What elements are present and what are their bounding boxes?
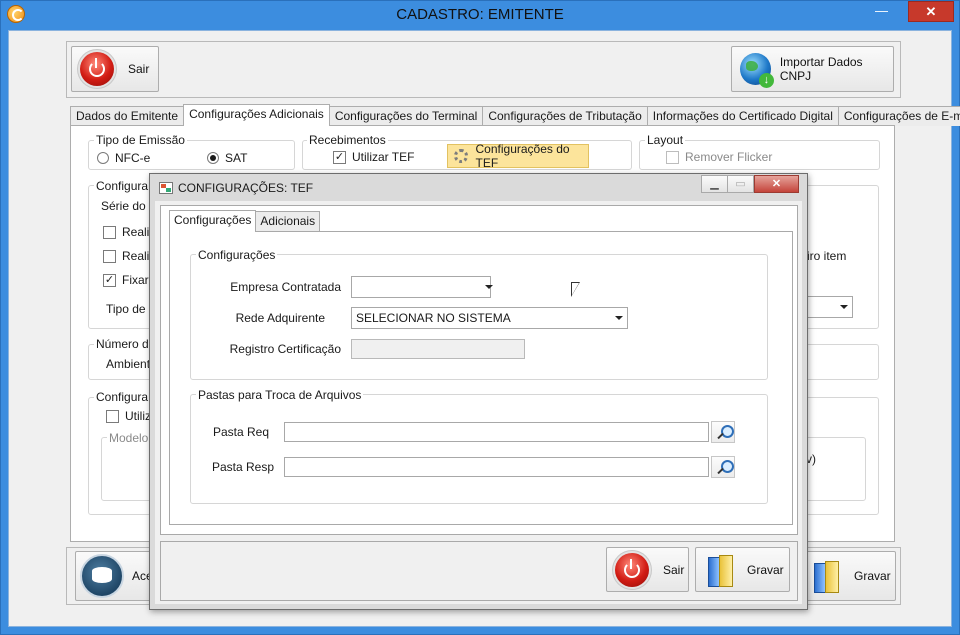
pasta-resp-field[interactable] xyxy=(284,457,709,477)
dialog-tabstrip: Configurações Adicionais xyxy=(169,210,321,232)
dialog-gravar-button[interactable]: Gravar xyxy=(695,547,790,592)
dialog-app-icon xyxy=(159,182,173,194)
configuracoes-fieldset-label: Configurações xyxy=(196,248,278,262)
empresa-dropdown-arrow-icon xyxy=(485,285,493,289)
books-save-icon xyxy=(706,553,736,587)
power-icon xyxy=(80,52,114,86)
checkbox-icon xyxy=(666,150,679,164)
pasta-req-label: Pasta Req xyxy=(212,425,269,439)
importar-cnpj-button[interactable]: Importar Dados CNPJ xyxy=(731,46,894,92)
nfce-radio[interactable]: NFC-e xyxy=(97,151,150,165)
checkbox-icon xyxy=(103,249,116,263)
tab-configuracoes-email[interactable]: Configurações de E-mail xyxy=(837,106,960,126)
pastas-fieldset xyxy=(190,394,768,504)
close-button[interactable]: ✕ xyxy=(908,1,954,22)
utilizar-tef-checkbox[interactable]: ✓ Utilizar TEF xyxy=(333,150,414,164)
registro-label: Registro Certificação xyxy=(229,342,341,356)
books-save-icon xyxy=(812,559,842,593)
bg-configura-label: Configura xyxy=(94,179,151,193)
pasta-req-search-button[interactable] xyxy=(711,421,735,443)
utilizar-tef-label: Utilizar TEF xyxy=(352,150,415,164)
bg-iro-item-label: iro item xyxy=(807,249,847,263)
recebimentos-label: Recebimentos xyxy=(307,133,388,147)
gravar-main-label: Gravar xyxy=(854,569,891,583)
dialog-close-button[interactable]: ✕ xyxy=(754,175,799,193)
checkbox-icon xyxy=(103,225,116,239)
dialog-gravar-label: Gravar xyxy=(747,562,784,577)
database-sync-icon xyxy=(80,554,124,598)
sat-radio[interactable]: SAT xyxy=(207,151,247,165)
dialog-maximize-button[interactable]: ▭ xyxy=(727,175,754,193)
dropdown-arrow-icon xyxy=(840,305,848,309)
rede-label: Rede Adquirente xyxy=(235,311,325,325)
pasta-resp-label: Pasta Resp xyxy=(211,460,274,474)
dialog-tab-configuracoes[interactable]: Configurações xyxy=(169,210,257,232)
checkbox-checked-icon: ✓ xyxy=(333,150,346,164)
pasta-resp-search-button[interactable] xyxy=(711,456,735,478)
radio-icon xyxy=(97,152,109,164)
sat-label: SAT xyxy=(225,151,248,165)
tab-configuracoes-terminal[interactable]: Configurações do Terminal xyxy=(328,106,484,126)
layout-label: Layout xyxy=(645,133,686,147)
power-icon xyxy=(615,552,649,587)
sair-label: Sair xyxy=(128,62,150,76)
bg-realiz2-checkbox[interactable]: Realiz xyxy=(103,249,155,263)
radio-selected-icon xyxy=(207,152,219,164)
gravar-main-button[interactable]: Gravar xyxy=(805,551,896,601)
registro-field[interactable] xyxy=(351,339,525,359)
mouse-cursor-icon xyxy=(571,282,580,297)
rede-dropdown-arrow-icon xyxy=(615,316,623,320)
sair-button[interactable]: Sair xyxy=(71,46,159,92)
bg-utiliz-checkbox[interactable]: Utiliz xyxy=(106,409,151,423)
pastas-fieldset-label: Pastas para Troca de Arquivos xyxy=(196,388,364,402)
checkbox-checked-icon: ✓ xyxy=(103,273,116,287)
empresa-label: Empresa Contratada xyxy=(230,280,341,294)
configuracoes-tef-label: Configurações do TEF xyxy=(475,142,570,170)
remover-flicker-checkbox[interactable]: Remover Flicker xyxy=(666,150,772,164)
globe-download-icon xyxy=(740,53,774,88)
tef-dialog: CONFIGURAÇÕES: TEF ▁ ▭ ✕ Configurações A… xyxy=(149,173,808,610)
bg-utiliz-label: Utiliz xyxy=(125,409,151,423)
bg-realiz1-checkbox[interactable]: Realiz xyxy=(103,225,155,239)
pasta-req-field[interactable] xyxy=(284,422,709,442)
bg-numero-label: Número da xyxy=(94,337,158,351)
empresa-combo[interactable] xyxy=(351,276,491,298)
dialog-minimize-button[interactable]: ▁ xyxy=(701,175,728,193)
tab-configuracoes-adicionais[interactable]: Configurações Adicionais xyxy=(183,104,330,126)
bg-configura2-label: Configura xyxy=(94,390,151,404)
tab-certificado-digital[interactable]: Informações do Certificado Digital xyxy=(646,106,839,126)
checkbox-icon xyxy=(106,409,119,423)
tipo-emissao-label: Tipo de Emissão xyxy=(94,133,187,147)
dialog-title: CONFIGURAÇÕES: TEF xyxy=(178,181,314,195)
gear-icon xyxy=(454,149,468,163)
bg-fixar-checkbox[interactable]: ✓ Fixar i xyxy=(103,273,155,287)
configuracoes-tef-button[interactable]: Configurações do TEF xyxy=(447,142,589,170)
rede-combo[interactable]: SELECIONAR NO SISTEMA xyxy=(351,307,628,329)
remover-flicker-label: Remover Flicker xyxy=(685,150,773,164)
main-tabstrip: Dados do Emitente Configurações Adiciona… xyxy=(70,104,960,126)
dialog-sair-label: Sair xyxy=(663,562,685,577)
nfce-label: NFC-e xyxy=(115,151,151,165)
tab-dados-emitente[interactable]: Dados do Emitente xyxy=(70,106,185,126)
tab-configuracoes-tributacao[interactable]: Configurações de Tributação xyxy=(482,106,648,126)
importar-label: Importar Dados CNPJ xyxy=(779,55,863,83)
minimize-button[interactable]: — xyxy=(868,1,895,22)
dialog-sair-button[interactable]: Sair xyxy=(606,547,689,592)
dialog-tab-adicionais[interactable]: Adicionais xyxy=(255,211,321,231)
window-title: CADASTRO: EMITENTE xyxy=(396,6,564,23)
